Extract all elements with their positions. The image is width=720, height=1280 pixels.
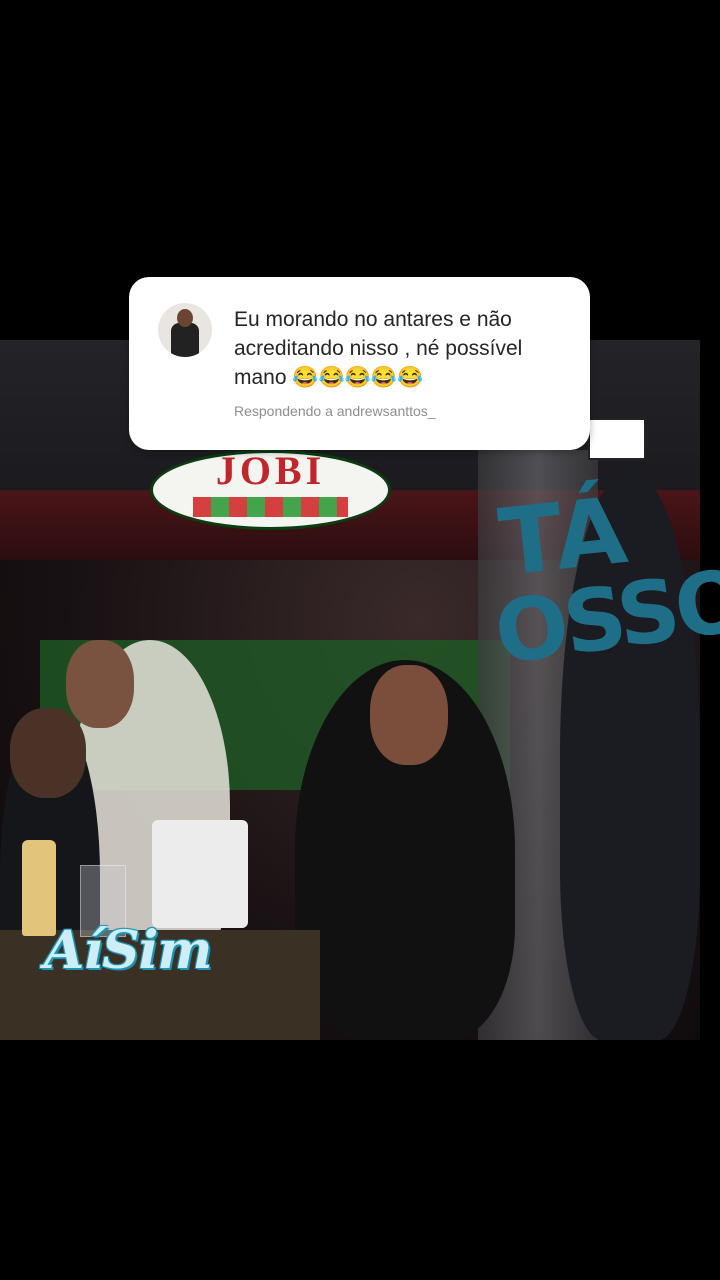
bar-sign-text: JOBI — [215, 450, 326, 493]
bar-sign: JOBI — [150, 450, 391, 530]
bar-sign-checker — [193, 497, 348, 517]
comment-reply-sticker[interactable]: Eu morando no antares e não acreditando … — [129, 277, 590, 450]
person-white-shirt-head — [66, 640, 134, 728]
avatar-body — [171, 323, 199, 357]
napkin-holder — [152, 820, 248, 928]
avatar — [158, 303, 212, 357]
ta-osso-sticker[interactable]: TÁ OSSO — [489, 477, 720, 748]
ai-sim-sticker[interactable]: AíSim — [44, 920, 212, 981]
person-center-head — [370, 665, 448, 765]
photo-tv — [588, 418, 646, 460]
person-cap-head — [10, 708, 86, 798]
reply-subtitle: Respondendo a andrewsanttos_ — [234, 403, 436, 419]
story-canvas: JOBI TÁ OSSO AíSim Eu morando no antares… — [0, 0, 720, 1280]
avatar-head — [177, 309, 193, 327]
sticker-osso-text: OSSO — [489, 550, 720, 685]
reply-comment-text: Eu morando no antares e não acreditando … — [234, 308, 523, 389]
